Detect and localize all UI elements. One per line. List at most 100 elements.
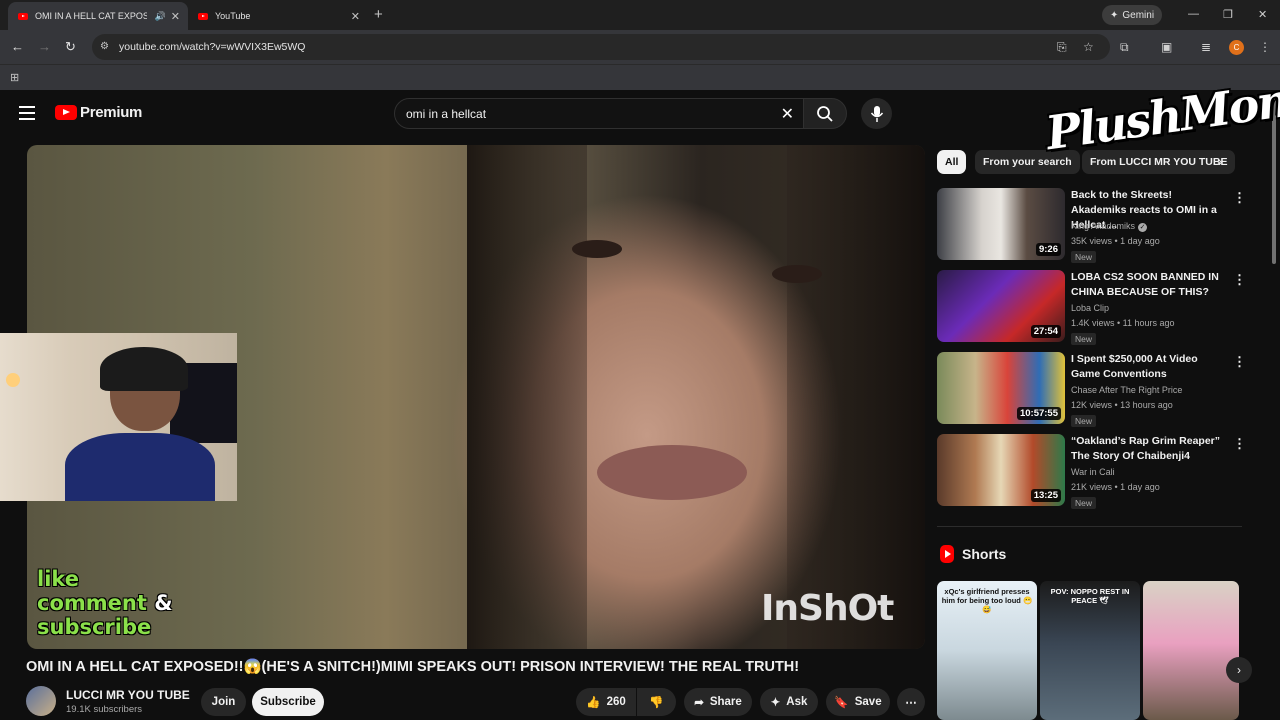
split-view-icon[interactable]: ▣ — [1161, 40, 1172, 54]
channel-name[interactable]: LUCCI MR YOU TUBE — [66, 688, 190, 702]
tab-youtube[interactable]: YouTube ✕ — [188, 2, 368, 30]
recommendation-item[interactable]: 10:57:55 I Spent $250,000 At Video Game … — [937, 352, 1247, 427]
short-item[interactable]: POV: NOPPO REST IN PEACE 🕊 — [1040, 581, 1140, 720]
tab-title: OMI IN A HELL CAT EXPOSED! — [35, 11, 147, 21]
chip-from-channel[interactable]: From LUCCI MR YOU TUBE — [1082, 150, 1236, 174]
video-frame-shading — [787, 145, 925, 649]
extensions-icon[interactable]: ⧉ — [1120, 40, 1129, 55]
video-thumbnail[interactable]: 10:57:55 — [937, 352, 1065, 424]
short-caption: POV: NOPPO REST IN PEACE 🕊 — [1050, 587, 1130, 605]
overlay-line: like — [37, 567, 80, 591]
video-frame-detail — [597, 445, 747, 500]
url-text: youtube.com/watch?v=wWVIX3Ew5WQ — [119, 41, 306, 53]
hamburger-menu-icon[interactable] — [19, 106, 35, 120]
dislike-button[interactable]: 👎 — [637, 688, 676, 716]
recommendation-item[interactable]: 13:25 “Oakland’s Rap Grim Reaper” The St… — [937, 434, 1247, 509]
channel-avatar[interactable] — [26, 686, 56, 716]
webcam-detail — [65, 433, 215, 501]
more-horizontal-icon: ⋯ — [905, 697, 917, 709]
restore-icon[interactable]: ❐ — [1223, 8, 1233, 21]
duration-badge: 9:26 — [1035, 243, 1061, 256]
recommendation-meta: 12K views • 13 hours ago — [1071, 400, 1173, 410]
url-field[interactable]: ⚙ youtube.com/watch?v=wWVIX3Ew5WQ — [92, 34, 1110, 60]
new-tab-icon[interactable]: + — [374, 6, 383, 23]
voice-search-button[interactable] — [861, 98, 892, 129]
new-badge: New — [1071, 333, 1097, 345]
site-info-icon[interactable]: ⚙ — [100, 41, 109, 52]
subscriber-count: 19.1K subscribers — [66, 704, 143, 715]
video-frame-detail — [772, 265, 822, 283]
share-arrow-icon: ➦ — [694, 697, 704, 709]
video-thumbnail[interactable]: 9:26 — [937, 188, 1065, 260]
ask-button[interactable]: ✦ Ask — [760, 688, 818, 716]
like-count: 260 — [606, 696, 626, 708]
short-item[interactable]: xQc's girlfriend presses him for being t… — [937, 581, 1037, 720]
save-button[interactable]: 🔖 Save — [826, 688, 890, 716]
short-item[interactable] — [1143, 581, 1239, 720]
search-button[interactable] — [803, 98, 847, 129]
video-thumbnail[interactable]: 13:25 — [937, 434, 1065, 506]
speaker-icon[interactable]: 🔊 — [155, 11, 166, 22]
recommendation-channel[interactable]: War in Cali — [1071, 467, 1115, 477]
video-title: OMI IN A HELL CAT EXPOSED!!😱(HE'S A SNIT… — [26, 659, 800, 675]
chevron-right-icon[interactable]: › — [1218, 154, 1222, 169]
more-vertical-icon[interactable]: ⋮ — [1233, 190, 1246, 206]
forward-icon[interactable]: → — [38, 39, 51, 54]
share-button[interactable]: ➦ Share — [684, 688, 752, 716]
youtube-logo[interactable]: Premium — [55, 104, 142, 121]
recommendation-item[interactable]: 27:54 LOBA CS2 SOON BANNED IN CHINA BECA… — [937, 270, 1247, 345]
youtube-play-icon — [55, 105, 77, 120]
verified-check-icon: ✓ — [1138, 223, 1148, 232]
more-vertical-icon[interactable]: ⋮ — [1233, 354, 1246, 370]
recommendation-channel[interactable]: King Akademiks ✓ — [1071, 221, 1148, 232]
shorts-logo-icon — [940, 545, 954, 563]
recommendation-title[interactable]: “Oakland’s Rap Grim Reaper” The Story Of… — [1071, 434, 1229, 464]
media-control-icon[interactable]: ≣ — [1201, 40, 1211, 54]
gemini-button[interactable]: ✦ Gemini — [1102, 5, 1163, 25]
overlay-ampersand: & — [154, 591, 173, 615]
overlay-line: subscribe — [37, 615, 152, 639]
join-button[interactable]: Join — [201, 688, 246, 716]
duration-badge: 10:57:55 — [1016, 407, 1061, 420]
recommendation-channel[interactable]: Chase After The Right Price — [1071, 385, 1182, 395]
tab-active[interactable]: OMI IN A HELL CAT EXPOSED! 🔊 ✕ — [8, 2, 188, 30]
minimize-icon[interactable]: — — [1188, 8, 1199, 20]
close-tab-icon[interactable]: ✕ — [171, 10, 180, 23]
bookmarks-bar: ⊞ — [0, 64, 1280, 90]
logo-text: Premium — [80, 104, 143, 121]
chip-all[interactable]: All — [937, 150, 967, 174]
shorts-next-button[interactable]: › — [1226, 657, 1252, 683]
video-thumbnail[interactable]: 27:54 — [937, 270, 1065, 342]
profile-avatar[interactable]: C — [1229, 40, 1244, 55]
save-label: Save — [854, 696, 882, 708]
video-frame-shading — [467, 145, 587, 649]
like-button[interactable]: 👍 260 — [576, 688, 636, 716]
recommendation-title[interactable]: LOBA CS2 SOON BANNED IN CHINA BECAUSE OF… — [1071, 270, 1229, 300]
clear-search-icon[interactable]: ✕ — [781, 104, 794, 124]
close-window-icon[interactable]: ✕ — [1258, 8, 1267, 21]
recommendation-item[interactable]: 9:26 Back to the Skreets! Akademiks reac… — [937, 188, 1247, 263]
new-badge: New — [1071, 415, 1097, 427]
share-label: Share — [709, 696, 742, 708]
channel-label: King Akademiks — [1071, 221, 1136, 231]
more-vertical-icon[interactable]: ⋮ — [1233, 272, 1246, 288]
reload-icon[interactable]: ↻ — [65, 39, 76, 55]
recommendation-channel[interactable]: Loba Clip — [1071, 303, 1109, 313]
short-caption: xQc's girlfriend presses him for being t… — [941, 587, 1033, 614]
back-icon[interactable]: ← — [11, 39, 24, 54]
apps-grid-icon[interactable]: ⊞ — [10, 71, 19, 84]
shorts-heading: Shorts — [962, 546, 1007, 562]
bookmark-star-icon[interactable]: ☆ — [1083, 40, 1094, 54]
screen: OMI IN A HELL CAT EXPOSED! 🔊 ✕ YouTube ✕… — [0, 0, 1280, 720]
menu-icon[interactable]: ⋮ — [1259, 40, 1271, 54]
youtube-favicon-icon — [18, 12, 28, 20]
more-actions-button[interactable]: ⋯ — [897, 688, 925, 716]
more-vertical-icon[interactable]: ⋮ — [1233, 436, 1246, 452]
install-app-icon[interactable]: ⎘ — [1057, 40, 1067, 55]
chevron-right-icon: › — [1237, 663, 1241, 677]
subscribe-button[interactable]: Subscribe — [252, 688, 324, 716]
search-input[interactable]: omi in a hellcat ✕ — [394, 98, 804, 129]
recommendation-title[interactable]: I Spent $250,000 At Video Game Conventio… — [1071, 352, 1229, 382]
sparkle-icon: ✦ — [770, 697, 781, 709]
close-tab-icon[interactable]: ✕ — [351, 10, 360, 23]
